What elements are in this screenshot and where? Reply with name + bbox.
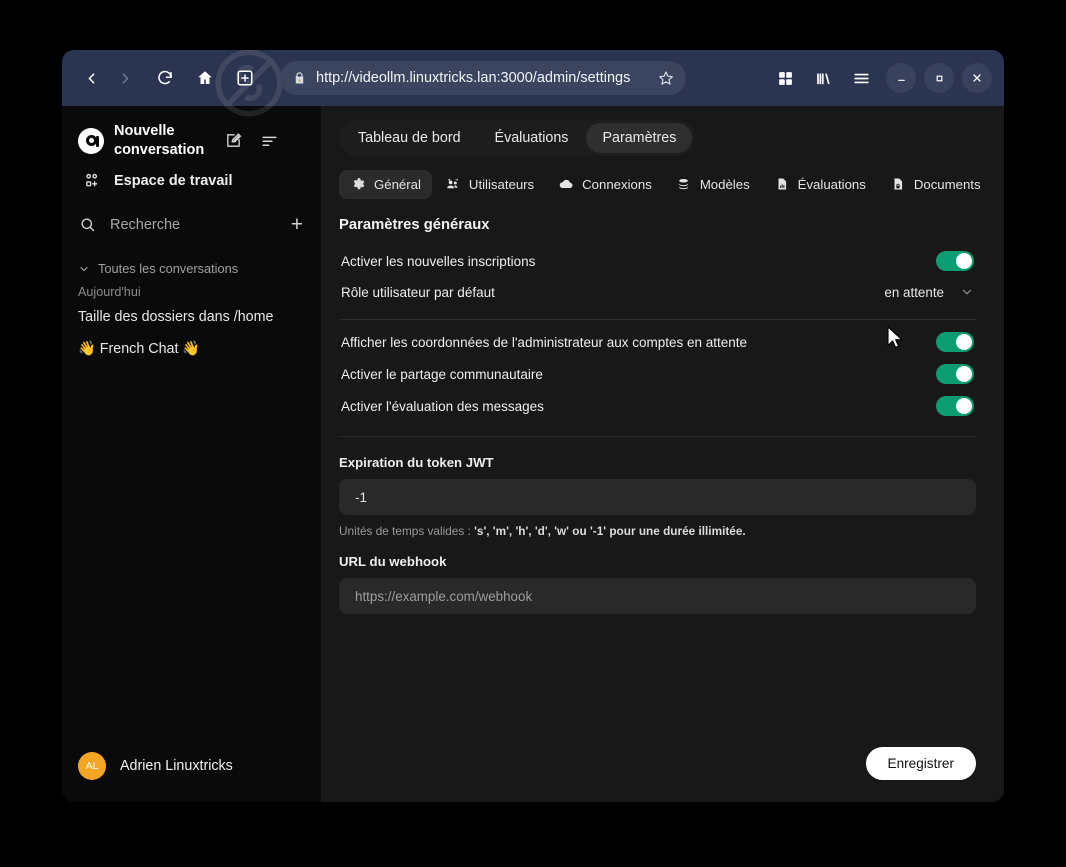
conversations-group-header[interactable]: Toutes les conversations bbox=[62, 253, 321, 280]
subtab-label: Évaluations bbox=[797, 176, 866, 192]
app-logo-icon bbox=[78, 127, 104, 154]
chevron-down-icon bbox=[78, 263, 90, 275]
chevron-down-icon bbox=[960, 285, 974, 299]
divider bbox=[339, 436, 976, 437]
lock-icon bbox=[292, 71, 307, 86]
setting-label: Afficher les coordonnées de l'administra… bbox=[341, 334, 748, 350]
sidebar-item-workspace[interactable]: Espace de travail bbox=[66, 165, 317, 196]
new-conversation-title[interactable]: Nouvelle conversation bbox=[114, 122, 210, 159]
subtab-label: Modèles bbox=[699, 176, 750, 192]
users-icon bbox=[445, 177, 461, 192]
webhook-label: URL du webhook bbox=[339, 554, 447, 569]
subtab-label: Général bbox=[374, 176, 421, 192]
subtab-label: Documents bbox=[913, 176, 981, 192]
setting-show-admin-details: Afficher les coordonnées de l'administra… bbox=[339, 326, 976, 358]
user-name: Adrien Linuxtricks bbox=[120, 758, 233, 774]
toggle-show-admin-details[interactable] bbox=[936, 332, 974, 352]
setting-label: Rôle utilisateur par défaut bbox=[341, 284, 495, 300]
subtab-evaluations[interactable]: Évaluations bbox=[763, 170, 877, 199]
jwt-label: Expiration du token JWT bbox=[339, 455, 494, 470]
new-tab-button[interactable] bbox=[228, 61, 262, 95]
edit-square-icon[interactable] bbox=[220, 128, 246, 154]
settings-subtabs: Général Utilisateurs Connexions Modèles … bbox=[339, 169, 986, 199]
jwt-hint-prefix: Unités de temps valides : bbox=[339, 524, 475, 538]
toggle-message-rating[interactable] bbox=[936, 396, 974, 416]
main-panel: Tableau de bord Évaluations Paramètres G… bbox=[321, 106, 1004, 802]
jwt-field-group: Expiration du token JWT -1 Unités de tem… bbox=[339, 455, 976, 538]
setting-enable-signups: Activer les nouvelles inscriptions bbox=[339, 245, 976, 277]
browser-toolbar: http://videollm.linuxtricks.lan:3000/adm… bbox=[62, 50, 1004, 117]
subtab-users[interactable]: Utilisateurs bbox=[434, 170, 545, 199]
subtab-models[interactable]: Modèles bbox=[665, 170, 761, 199]
save-button[interactable]: Enregistrer bbox=[865, 747, 976, 780]
tab-dashboard[interactable]: Tableau de bord bbox=[342, 123, 477, 153]
page-title: Paramètres généraux bbox=[339, 217, 490, 233]
settings-content: Paramètres généraux Activer les nouvelle… bbox=[321, 199, 1004, 747]
app-body: Nouvelle conversation Espace de travail bbox=[62, 106, 1004, 802]
setting-default-role: Rôle utilisateur par défaut en attente bbox=[339, 277, 976, 307]
list-item[interactable]: 👋 French Chat 👋 bbox=[62, 333, 321, 365]
browser-window: http://videollm.linuxtricks.lan:3000/adm… bbox=[62, 50, 1004, 802]
close-button[interactable] bbox=[962, 63, 992, 93]
default-role-select[interactable]: en attente bbox=[884, 285, 974, 300]
add-icon[interactable]: + bbox=[291, 214, 305, 235]
tab-evaluations[interactable]: Évaluations bbox=[479, 123, 585, 153]
conversations-group-label: Toutes les conversations bbox=[98, 261, 239, 277]
day-label: Aujourd'hui bbox=[78, 285, 141, 300]
setting-message-rating: Activer l'évaluation des messages bbox=[339, 390, 976, 422]
tab-settings[interactable]: Paramètres bbox=[586, 123, 693, 153]
jwt-input[interactable]: -1 bbox=[339, 479, 976, 515]
jwt-hint-units: 's', 'm', 'h', 'd', 'w' ou '-1' pour une… bbox=[474, 524, 746, 538]
reload-button[interactable] bbox=[148, 61, 182, 95]
gear-icon bbox=[350, 177, 366, 191]
divider bbox=[339, 319, 976, 320]
subtab-label: Connexions bbox=[582, 176, 652, 192]
setting-label: Activer le partage communautaire bbox=[341, 366, 543, 382]
maximize-button[interactable] bbox=[924, 63, 954, 93]
library-icon[interactable] bbox=[806, 61, 840, 95]
sidebar-user[interactable]: AL Adrien Linuxtricks bbox=[62, 740, 321, 802]
browser-controls bbox=[768, 61, 992, 95]
subtab-documents[interactable]: Documents bbox=[879, 170, 992, 199]
stack-icon bbox=[676, 177, 692, 192]
webhook-input[interactable]: https://example.com/webhook bbox=[339, 578, 976, 614]
document-lock-icon bbox=[890, 177, 906, 191]
cloud-icon bbox=[558, 176, 574, 192]
home-button[interactable] bbox=[188, 61, 222, 95]
jwt-hint: Unités de temps valides : 's', 'm', 'h',… bbox=[339, 524, 976, 538]
avatar: AL bbox=[78, 752, 106, 780]
workspace-icon bbox=[82, 172, 101, 189]
setting-community-sharing: Activer le partage communautaire bbox=[339, 358, 976, 390]
sidebar-header: Nouvelle conversation bbox=[62, 118, 321, 159]
list-item[interactable]: Taille des dossiers dans /home bbox=[62, 301, 321, 333]
search-input[interactable]: Recherche bbox=[110, 217, 278, 233]
panel-lines-icon[interactable] bbox=[256, 128, 282, 154]
document-chart-icon bbox=[774, 177, 790, 191]
star-icon[interactable] bbox=[658, 70, 674, 86]
hamburger-menu-icon[interactable] bbox=[844, 61, 878, 95]
setting-label: Activer l'évaluation des messages bbox=[341, 398, 544, 414]
toggle-community-sharing[interactable] bbox=[936, 364, 974, 384]
workspace-label: Espace de travail bbox=[114, 172, 233, 189]
subtab-label: Utilisateurs bbox=[468, 176, 535, 192]
subtab-general[interactable]: Général bbox=[339, 169, 432, 199]
search-icon bbox=[78, 216, 97, 233]
admin-tabs: Tableau de bord Évaluations Paramètres bbox=[339, 120, 696, 156]
back-button[interactable] bbox=[74, 61, 108, 95]
settings-footer: Enregistrer bbox=[321, 747, 1004, 802]
webhook-field-group: URL du webhook https://example.com/webho… bbox=[339, 554, 976, 614]
minimize-button[interactable] bbox=[886, 63, 916, 93]
search-row[interactable]: Recherche + bbox=[62, 206, 321, 243]
default-role-value: en attente bbox=[884, 284, 944, 300]
url-text: http://videollm.linuxtricks.lan:3000/adm… bbox=[316, 70, 631, 86]
setting-label: Activer les nouvelles inscriptions bbox=[341, 253, 536, 269]
forward-button[interactable] bbox=[108, 61, 142, 95]
sidebar: Nouvelle conversation Espace de travail bbox=[62, 106, 321, 802]
toggle-enable-signups[interactable] bbox=[936, 251, 974, 271]
address-bar[interactable]: http://videollm.linuxtricks.lan:3000/adm… bbox=[280, 61, 686, 95]
grid-icon[interactable] bbox=[768, 61, 802, 95]
subtab-connections[interactable]: Connexions bbox=[547, 169, 663, 199]
